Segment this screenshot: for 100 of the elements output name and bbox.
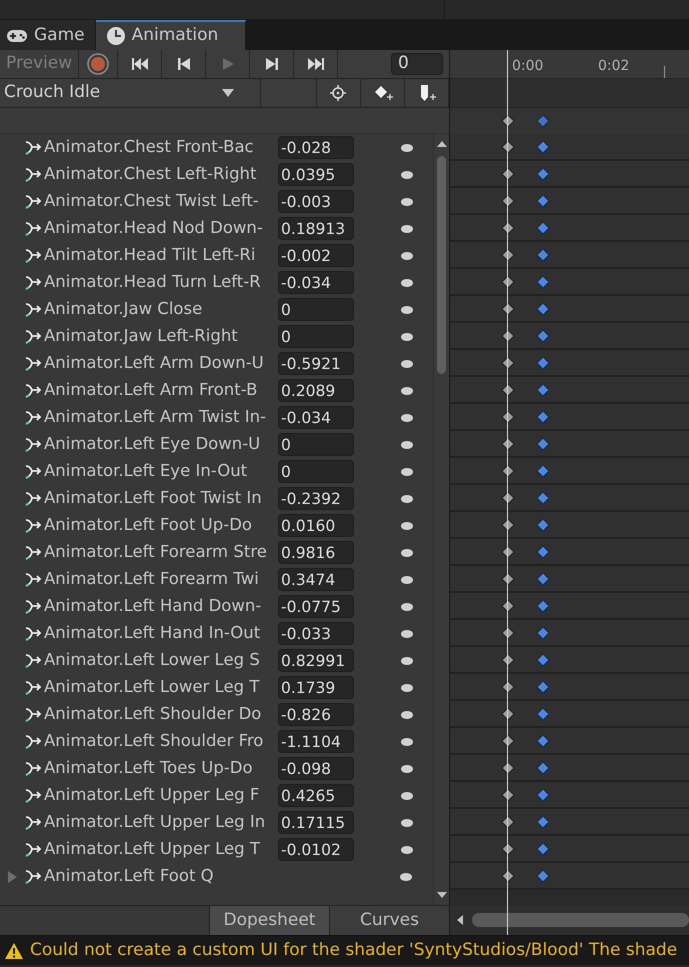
curve-property-icon [24,518,42,534]
value-field[interactable]: 0.17115 [278,811,354,834]
oval-icon[interactable] [400,844,414,854]
value-field[interactable]: 0 [278,460,354,483]
keyframe-icon [536,788,550,802]
curve-property-icon [24,572,42,588]
value-field[interactable]: -0.033 [278,622,354,645]
oval-icon[interactable] [400,196,414,206]
value-field[interactable]: 0.4265 [278,784,354,807]
oval-icon[interactable] [400,764,414,774]
keyframe-icon [536,653,550,667]
view-tab[interactable]: Curves [329,906,449,935]
scroll-left-icon[interactable] [456,915,464,925]
oval-icon[interactable] [400,574,414,584]
scroll-down-icon[interactable] [436,891,446,899]
scroll-thumb[interactable] [437,156,446,374]
oval-icon[interactable] [400,386,414,396]
value-field[interactable]: 0 [278,298,354,321]
warning-icon [4,942,24,960]
oval-icon[interactable] [400,602,414,612]
curve-property-icon [24,464,42,480]
value-field[interactable]: -0.0775 [278,595,354,618]
oval-icon[interactable] [400,710,414,720]
view-tab[interactable]: Dopesheet [209,906,329,935]
value-field[interactable]: 0.0395 [278,163,354,186]
value-field[interactable]: -0.003 [278,190,354,213]
status-message: Could not create a custom UI for the shader 'SyntyStudios/Blood' The shade [30,938,678,962]
oval-icon[interactable] [400,818,414,828]
oval-icon[interactable] [400,412,414,422]
value-field[interactable]: -1.1104 [278,730,354,753]
oval-icon[interactable] [400,520,414,530]
keyframe-icon [536,518,550,532]
property-name: Animator.Left Eye Down-U [44,436,262,453]
curve-property-icon [24,382,42,398]
oval-icon[interactable] [400,278,414,288]
value-field[interactable]: -0.0102 [278,838,354,861]
keyframe-icon [536,410,550,424]
oval-icon[interactable] [400,790,414,800]
oval-icon[interactable] [400,170,414,180]
property-name: Animator.Chest Twist Left- [44,193,260,210]
oval-icon[interactable] [399,872,413,882]
keyframe-icon [536,734,550,748]
record-icon [87,53,110,75]
keyframe-icon [536,114,550,128]
skip-last-icon [306,55,325,73]
oval-icon[interactable] [400,304,414,314]
curve-property-icon [24,706,42,722]
value-field[interactable]: 0 [278,325,354,348]
curve-property-icon [24,436,42,452]
caret-icon [222,89,234,97]
oval-icon[interactable] [400,224,414,234]
oval-icon[interactable] [400,494,414,504]
value-field[interactable]: -0.098 [278,757,354,780]
keyframe-icon [536,680,550,694]
property-name: Animator.Left Forearm Stre [44,544,268,561]
oval-icon[interactable] [400,736,414,746]
value-field[interactable]: -0.2392 [278,487,354,510]
oval-icon[interactable] [400,332,414,342]
value-field[interactable]: 0.2089 [278,379,354,402]
keyframe-icon [536,329,550,343]
property-name: Animator.Left Lower Leg T [44,679,260,696]
scroll-up-icon[interactable] [436,140,446,148]
oval-icon[interactable] [400,628,414,638]
tab[interactable]: Animation [96,20,246,50]
keyframe-icon [536,302,550,316]
value-field[interactable]: 0 [278,433,354,456]
property-name: Animator.Left Hand In-Out [44,625,262,642]
oval-icon[interactable] [400,548,414,558]
property-name: Animator.Left Shoulder Do [44,706,262,723]
curve-property-icon [24,302,42,318]
tab[interactable]: Game [0,20,96,50]
frame-field[interactable]: 0 [391,53,443,75]
oval-icon[interactable] [400,466,414,476]
curve-property-icon [24,248,42,264]
value-field[interactable]: -0.034 [278,406,354,429]
property-name: Animator.Left Arm Front-B [44,382,258,399]
value-field[interactable]: 0.0160 [278,514,354,537]
oval-icon[interactable] [400,142,414,152]
scroll-thumb[interactable] [472,913,689,927]
value-field[interactable]: 0.1739 [278,676,354,699]
value-field[interactable]: -0.5921 [278,352,354,375]
curve-property-icon [24,760,42,776]
value-field[interactable]: 0.3474 [278,568,354,591]
oval-icon[interactable] [400,656,414,666]
oval-icon[interactable] [400,440,414,450]
scrollbar[interactable] [433,134,449,905]
oval-icon[interactable] [400,250,414,260]
value-field[interactable]: -0.002 [278,244,354,267]
value-field[interactable]: 0.9816 [278,541,354,564]
crosshair-icon [328,84,348,102]
value-field[interactable]: -0.028 [278,136,354,159]
oval-icon[interactable] [400,358,414,368]
value-field[interactable]: 0.82991 [278,649,354,672]
keyframe-icon [536,491,550,505]
value-field[interactable]: 0.18913 [278,217,354,240]
keyframe-icon [536,275,550,289]
value-field[interactable]: -0.034 [278,271,354,294]
oval-icon[interactable] [400,682,414,692]
property-name: Animator.Chest Front-Bac [44,139,255,156]
value-field[interactable]: -0.826 [278,703,354,726]
